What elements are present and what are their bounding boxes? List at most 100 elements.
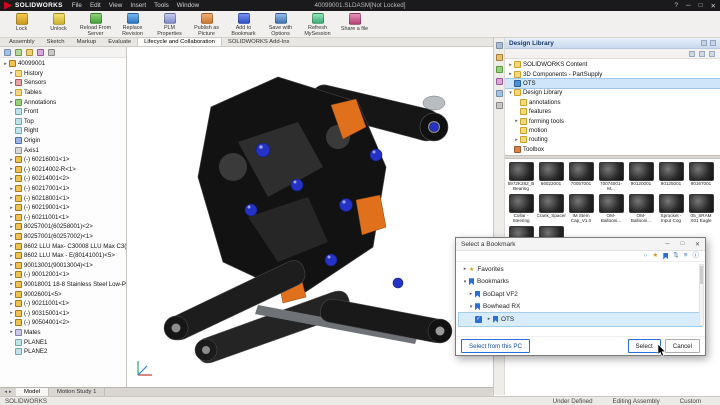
status-item[interactable]: Under Defined [553, 398, 593, 405]
expand-arrow-icon[interactable] [8, 262, 15, 268]
feature-tree-item[interactable]: (-) 60211001<1> [0, 213, 126, 223]
library-part[interactable]: 70074001-M... [597, 162, 626, 192]
expand-arrow-icon[interactable] [8, 272, 15, 278]
ribbon-tab[interactable]: Assembly [3, 38, 41, 46]
ribbon-button[interactable]: Replace Revision [114, 11, 151, 37]
feature-tree-item[interactable]: (-) 90012001<1> [0, 270, 126, 280]
ribbon-button[interactable]: Unlock [40, 11, 77, 37]
custom-properties-icon[interactable] [496, 102, 503, 109]
feature-tree-item[interactable]: (-) 60219001<1> [0, 203, 126, 213]
library-tree-item[interactable]: 3D Components - PartSupply [505, 69, 720, 78]
expand-arrow-icon[interactable] [507, 71, 514, 77]
maximize-icon[interactable]: □ [699, 2, 703, 9]
ribbon-button[interactable]: Reload From Server [77, 11, 114, 37]
file-explorer-icon[interactable] [496, 66, 503, 73]
ribbon-tab[interactable]: Sketch [41, 38, 71, 46]
propertymanager-tab-icon[interactable] [15, 49, 22, 56]
expand-arrow-icon[interactable] [467, 291, 475, 297]
dialog-toolbar-icon[interactable] [663, 253, 668, 260]
bookmark-tree-item[interactable]: OTS [459, 313, 702, 326]
select-button[interactable]: Select [628, 339, 661, 353]
library-part[interactable]: OM-Ballooni... [597, 194, 626, 224]
feature-tree-item[interactable]: 40099001 [0, 59, 126, 69]
help-icon[interactable]: ? [674, 2, 678, 9]
expand-arrow-icon[interactable] [8, 205, 15, 211]
library-part[interactable]: IM Stem Cap_V1.0 [567, 194, 596, 224]
select-from-pc-button[interactable]: Select from this PC [461, 339, 530, 353]
library-part[interactable]: 05_SRAM X01 Eagle Typ... [687, 194, 716, 224]
dialog-toolbar-icon[interactable] [652, 253, 658, 260]
library-part[interactable]: Sprocket - Input Cog [657, 194, 686, 224]
library-tree-item[interactable]: Design Library [505, 88, 720, 97]
expand-arrow-icon[interactable] [8, 281, 15, 287]
up-one-level-icon[interactable] [689, 51, 695, 57]
dialog-scrollbar[interactable] [699, 264, 704, 326]
feature-tree-item[interactable]: PLANE1 [0, 337, 126, 347]
expand-arrow-icon[interactable] [8, 224, 15, 230]
feature-tree-item[interactable]: Annotations [0, 97, 126, 107]
feature-tree-item[interactable]: 8602 LLU Max - E(80141001)<5> [0, 251, 126, 261]
feature-tree-item[interactable]: (-) 90315001<1> [0, 308, 126, 318]
expand-arrow-icon[interactable] [8, 329, 15, 335]
library-tree-item[interactable]: forming tools [505, 116, 720, 125]
feature-tree-item[interactable]: (-) 90504001<2> [0, 318, 126, 328]
ribbon-tab[interactable]: Evaluate [102, 38, 137, 46]
expand-arrow-icon[interactable] [507, 62, 514, 68]
feature-tree-item[interactable]: (-) 60217001<1> [0, 184, 126, 194]
feature-tree-item[interactable]: Sensors [0, 78, 126, 88]
feature-tree-item[interactable]: 80257001(60258001)<2> [0, 222, 126, 232]
expand-arrow-icon[interactable] [8, 243, 15, 249]
library-tree-item[interactable]: features [505, 107, 720, 116]
expand-arrow-icon[interactable] [8, 70, 15, 76]
feature-tree-item[interactable]: Origin [0, 136, 126, 146]
dialog-toolbar-icon[interactable] [684, 253, 688, 260]
scroll-left-icon[interactable] [4, 389, 7, 395]
ribbon-button[interactable]: Lock [3, 11, 40, 37]
library-tree-item[interactable]: SOLIDWORKS Content [505, 60, 720, 69]
study-tab[interactable]: Model [16, 388, 49, 396]
library-tree-item[interactable]: OTS [505, 79, 720, 88]
expand-arrow-icon[interactable] [8, 90, 15, 96]
library-part[interactable]: OM-Ballooni... [627, 194, 656, 224]
ribbon-button[interactable]: Refresh MySession [299, 11, 336, 37]
design-library-icon[interactable] [496, 54, 503, 61]
expand-arrow-icon[interactable] [461, 279, 469, 285]
feature-tree-item[interactable]: 8602 LLU Max- C30008 LLU Max C3(2) [0, 241, 126, 251]
ribbon-button[interactable]: Publish as Picture [188, 11, 225, 37]
library-tree-item[interactable]: Toolbox [505, 145, 720, 154]
close-icon[interactable]: ✕ [711, 2, 716, 10]
dialog-titlebar[interactable]: Select a Bookmark ─ □ ✕ [456, 238, 705, 251]
feature-tree-item[interactable]: Axis1 [0, 145, 126, 155]
library-part[interactable]: 90167001 [687, 162, 716, 192]
create-folder-icon[interactable] [709, 51, 715, 57]
featuremanager-tree-icon[interactable] [4, 49, 11, 56]
feature-tree-item[interactable]: (-) 60216001<1> [0, 155, 126, 165]
library-part[interactable]: 90120001 [627, 162, 656, 192]
library-part[interactable]: 66022001 [537, 162, 566, 192]
menu-item[interactable]: View [109, 2, 123, 9]
library-tree-item[interactable]: motion [505, 126, 720, 135]
status-item[interactable]: Editing Assembly [613, 398, 660, 405]
feature-tree-item[interactable]: 90026001<5> [0, 289, 126, 299]
library-part[interactable]: 5972K282_B Bearing [507, 162, 536, 192]
ribbon-tab[interactable]: Lifecycle and Collaboration [137, 37, 222, 46]
ribbon-button[interactable]: Add to Bookmark [225, 11, 262, 37]
expand-arrow-icon[interactable] [8, 176, 15, 182]
refresh-icon[interactable] [699, 51, 705, 57]
expand-arrow-icon[interactable] [8, 157, 15, 163]
feature-tree-item[interactable]: Top [0, 117, 126, 127]
expand-arrow-icon[interactable] [8, 214, 15, 220]
expand-arrow-icon[interactable] [8, 80, 15, 86]
feature-tree-item[interactable]: 90018001 18-8 Stainless Steel Low-Profil… [0, 280, 126, 290]
expand-arrow-icon[interactable] [8, 253, 15, 259]
library-part[interactable]: Crank_Spacer [537, 194, 566, 224]
graphics-area[interactable] [128, 47, 494, 387]
feature-tree-item[interactable]: 90013001(90013004)<1> [0, 260, 126, 270]
collapse-icon[interactable] [710, 40, 716, 46]
menu-item[interactable]: File [72, 2, 82, 9]
feature-tree-item[interactable]: (-) 90211001<1> [0, 299, 126, 309]
menu-item[interactable]: Window [177, 2, 199, 9]
displaymanager-tab-icon[interactable] [48, 49, 55, 56]
view-palette-icon[interactable] [496, 78, 503, 85]
cancel-button[interactable]: Cancel [665, 339, 700, 353]
